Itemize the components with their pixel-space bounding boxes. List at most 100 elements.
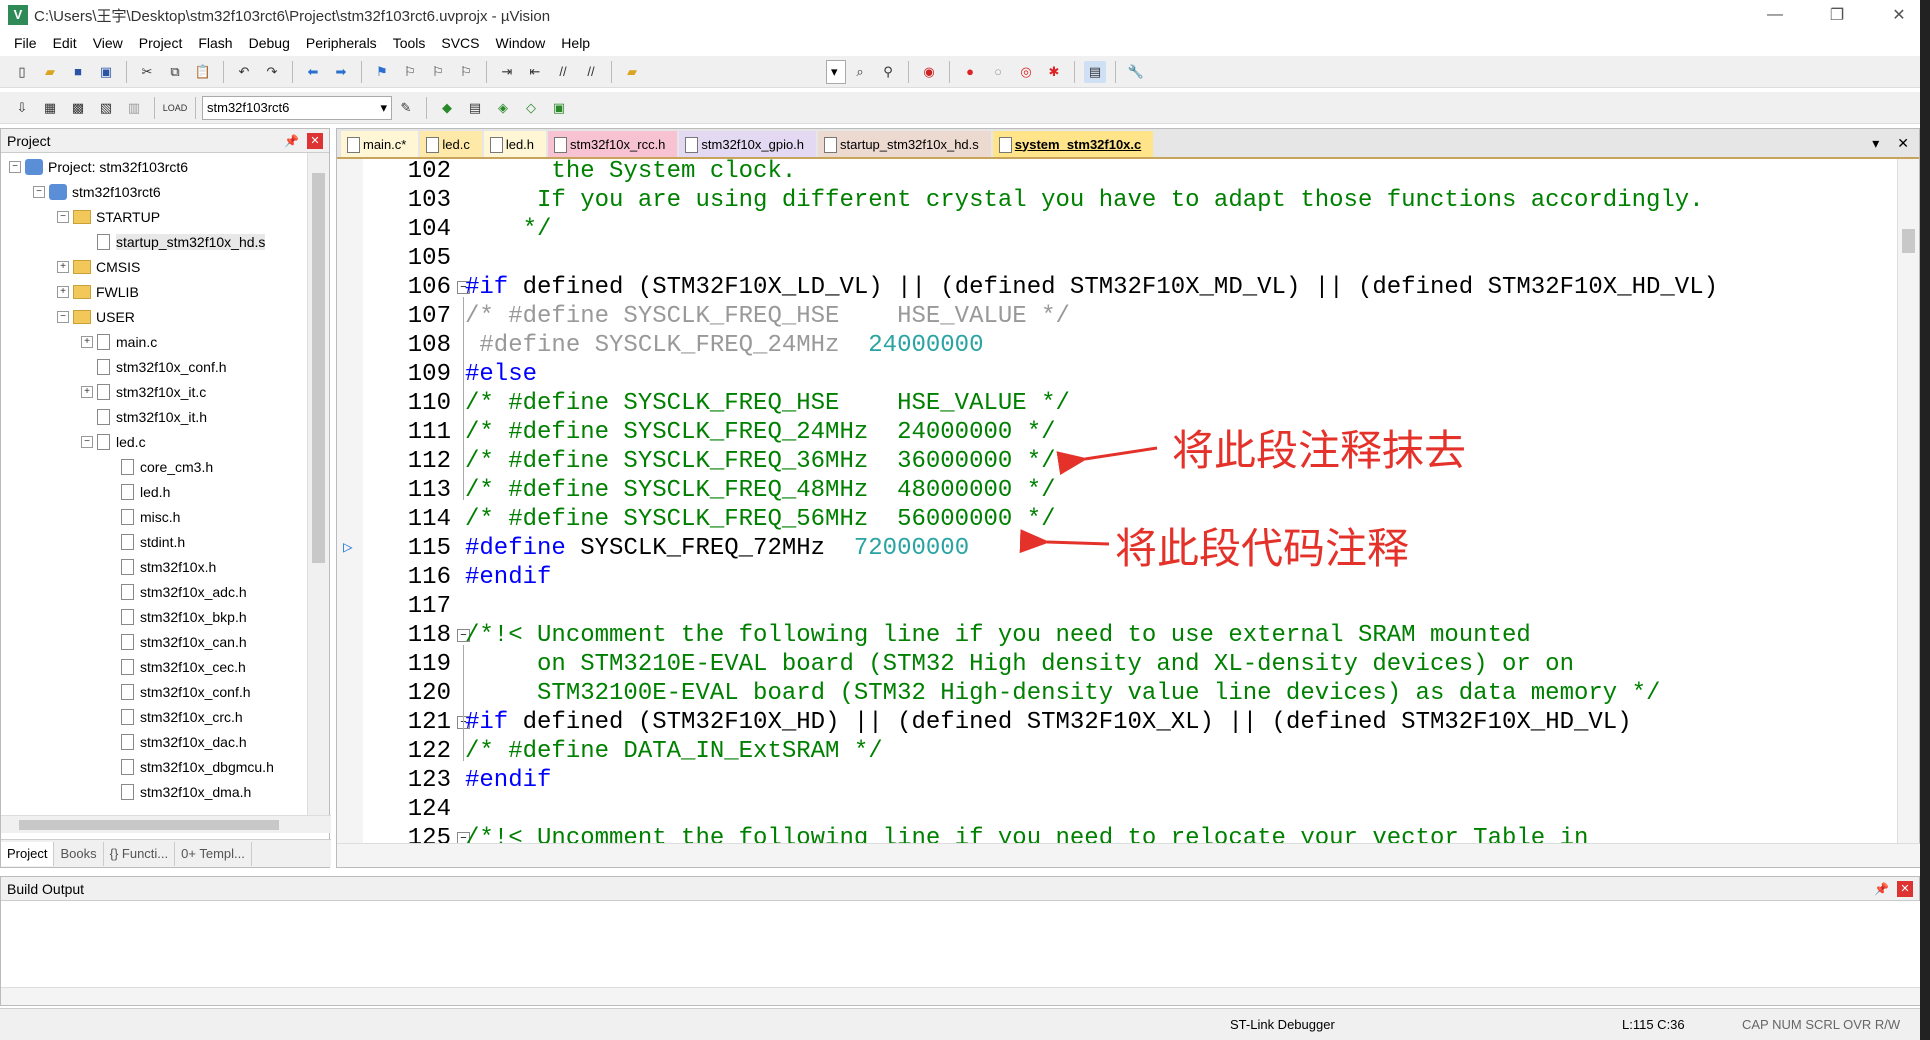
bookmark-next-icon[interactable]: ⚐ [427,61,449,83]
tree-node[interactable]: stm32f10x_dma.h [105,780,251,804]
tree-node[interactable]: stm32f10x_dac.h [105,730,247,754]
find-combo[interactable]: ▾ [826,59,846,84]
incremental-find-icon[interactable]: ⚲ [877,61,899,83]
tree-toggle-icon[interactable]: + [81,336,93,348]
build-pin-icon[interactable]: 📌 [1874,882,1889,896]
menu-help[interactable]: Help [553,35,598,51]
editor-tab[interactable]: stm32f10x_gpio.h [679,131,817,157]
project-horizontal-scrollbar[interactable] [1,815,331,833]
disable-breakpoint-icon[interactable]: ○ [987,61,1009,83]
open-folder-icon[interactable]: ▰ [39,61,61,83]
window-layout-icon[interactable]: ▤ [1084,60,1106,83]
bookmark-clear-icon[interactable]: ⚐ [455,61,477,83]
unindent-icon[interactable]: ⇤ [524,61,546,83]
menu-file[interactable]: File [6,35,45,51]
manage-components-icon[interactable]: ◆ [436,97,458,119]
tree-node[interactable]: stm32f10x_dbgmcu.h [105,755,274,779]
close-pane-icon[interactable]: ✕ [307,132,323,149]
find-in-files-icon[interactable]: ▰ [621,61,643,83]
tab-list-icon[interactable]: ▾ [1872,135,1879,152]
tree-node[interactable]: − Project: stm32f103rct6 [9,155,188,179]
nav-back-icon[interactable]: ⬅ [302,61,324,83]
menu-edit[interactable]: Edit [45,35,85,51]
tree-toggle-icon[interactable]: + [81,386,93,398]
tree-node[interactable]: − STARTUP [57,205,160,229]
tree-node[interactable]: − stm32f103rct6 [33,180,161,204]
menu-peripherals[interactable]: Peripherals [298,35,385,51]
tree-node[interactable]: − led.c [81,430,146,454]
bookmark-prev-icon[interactable]: ⚐ [399,61,421,83]
paste-icon[interactable]: 📋 [192,61,214,83]
save-icon[interactable]: ■ [67,61,89,83]
cut-icon[interactable]: ✂ [136,61,158,83]
editor-horizontal-scrollbar[interactable] [337,843,1921,867]
target-select[interactable]: stm32f103rct6 ▾ [202,95,392,120]
pin-icon[interactable]: 📌 [284,134,299,148]
tree-node[interactable]: + stm32f10x_it.c [81,380,206,404]
select-packs-icon[interactable]: ◇ [520,97,542,119]
download-icon[interactable]: LOAD [163,97,188,119]
menu-window[interactable]: Window [488,35,554,51]
tree-node[interactable]: + main.c [81,330,157,354]
configure-icon[interactable]: 🔧 [1125,61,1147,83]
translate-icon[interactable]: ⇩ [11,97,33,119]
tree-node[interactable]: led.h [105,480,170,504]
breakpoint-icon[interactable]: ● [959,61,981,83]
tree-node[interactable]: startup_stm32f10x_hd.s [81,230,266,254]
bookmark-icon[interactable]: ⚑ [371,61,393,83]
editor-tab[interactable]: stm32f10x_rcc.h [548,131,678,157]
build-output-text[interactable] [1,901,1921,989]
tree-toggle-icon[interactable]: + [57,261,69,273]
menu-view[interactable]: View [85,35,131,51]
project-tab-1[interactable]: Books [54,841,104,866]
project-vertical-scrollbar[interactable] [307,153,329,815]
tree-node[interactable]: misc.h [105,505,180,529]
menu-flash[interactable]: Flash [190,35,240,51]
file-extensions-icon[interactable]: ▤ [464,97,486,119]
tree-node[interactable]: stm32f10x_conf.h [105,680,251,704]
tree-node[interactable]: stm32f10x_conf.h [81,355,227,379]
tree-node[interactable]: stm32f10x_it.h [81,405,207,429]
indent-icon[interactable]: ⇥ [496,61,518,83]
nav-forward-icon[interactable]: ➡ [330,61,352,83]
editor-tab[interactable]: led.h [483,131,547,157]
menu-tools[interactable]: Tools [385,35,434,51]
redo-icon[interactable]: ↷ [261,61,283,83]
menu-debug[interactable]: Debug [241,35,298,51]
tree-node[interactable]: stm32f10x_bkp.h [105,605,247,629]
tree-toggle-icon[interactable]: − [57,211,69,223]
editor-tab[interactable]: system_stm32f10x.c [992,131,1154,157]
build-output-scrollbar[interactable] [1,987,1921,1005]
minimize-button[interactable]: — [1744,0,1806,30]
tree-node[interactable]: stm32f10x_can.h [105,630,247,654]
undo-icon[interactable]: ↶ [233,61,255,83]
close-tab-icon[interactable]: ✕ [1897,135,1909,152]
tree-node[interactable]: stdint.h [105,530,185,554]
tree-node[interactable]: − USER [57,305,135,329]
tree-node[interactable]: stm32f10x_adc.h [105,580,247,604]
tree-node[interactable]: + CMSIS [57,255,140,279]
tree-node[interactable]: stm32f10x_cec.h [105,655,246,679]
save-all-icon[interactable]: ▣ [95,61,117,83]
copy-icon[interactable]: ⧉ [164,61,186,83]
new-file-icon[interactable]: ▯ [11,61,33,83]
project-tab-2[interactable]: {} Functi... [104,841,176,866]
tree-toggle-icon[interactable]: + [57,286,69,298]
editor-tab[interactable]: led.c [420,131,482,157]
tree-toggle-icon[interactable]: − [81,436,93,448]
batch-build-icon[interactable]: ▧ [95,97,117,119]
tree-node[interactable]: stm32f10x_crc.h [105,705,243,729]
tree-toggle-icon[interactable]: − [57,311,69,323]
rebuild-icon[interactable]: ▩ [67,97,89,119]
project-tab-3[interactable]: 0+ Templ... [175,841,252,866]
stop-build-icon[interactable]: ▥ [123,97,145,119]
editor-vertical-scrollbar[interactable] [1897,159,1919,843]
maximize-button[interactable]: ❐ [1806,0,1868,30]
tree-toggle-icon[interactable]: − [9,161,21,173]
uncomment-icon[interactable]: // [580,61,602,83]
menu-svcs[interactable]: SVCS [433,35,487,51]
target-options-icon[interactable]: ✎ [395,97,417,119]
build-icon[interactable]: ▦ [39,97,61,119]
project-tab-0[interactable]: Project [1,841,55,866]
tree-node[interactable]: core_cm3.h [105,455,213,479]
